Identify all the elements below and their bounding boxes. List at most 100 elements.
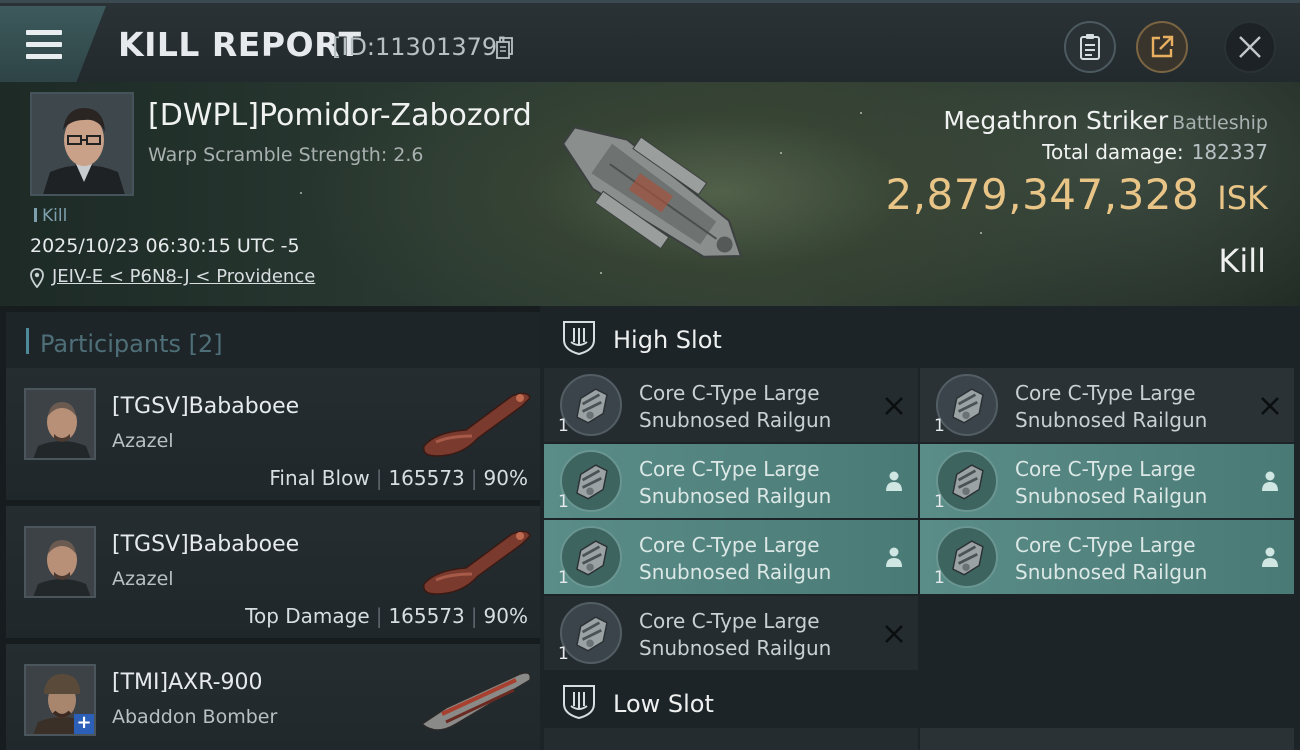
module-quantity: 1 bbox=[558, 492, 569, 512]
shield-slot-icon bbox=[563, 685, 595, 720]
victim-portrait[interactable] bbox=[30, 92, 134, 196]
high-slot-module[interactable]: 1 Core C-Type Large Snubnosed Railgun bbox=[920, 444, 1294, 518]
kill-datetime: 2025/10/23 06:30:15 UTC -5 bbox=[30, 235, 300, 257]
module-name: Core C-Type Large Snubnosed Railgun bbox=[639, 608, 831, 662]
low-slot-header: Low Slot bbox=[544, 670, 1300, 732]
participant-ship-image bbox=[420, 672, 532, 731]
header-accent-bar bbox=[26, 328, 29, 354]
divider: | bbox=[375, 466, 383, 490]
participants-title: Participants [2] bbox=[40, 330, 223, 358]
x-icon bbox=[885, 625, 903, 643]
copy-icon[interactable] bbox=[496, 37, 514, 59]
high-slot-module[interactable]: 1 Core C-Type Large Snubnosed Railgun bbox=[544, 596, 918, 670]
fitting-panel: High Slot 1 Core C-Type Large Snubnosed Ra… bbox=[540, 306, 1300, 750]
total-damage-label: Total damage: bbox=[1042, 140, 1184, 164]
participant-name[interactable]: [TGSV]Bababoee bbox=[112, 532, 299, 557]
avatar bbox=[32, 94, 132, 194]
total-damage-value: 182337 bbox=[1191, 140, 1268, 164]
railgun-icon bbox=[560, 602, 622, 664]
high-slot-module[interactable]: 1 Core C-Type Large Snubnosed Railgun bbox=[544, 444, 918, 518]
high-slot-header: High Slot bbox=[544, 306, 1300, 368]
share-button[interactable] bbox=[1136, 21, 1188, 73]
ship-name[interactable]: Megathron Striker bbox=[943, 106, 1168, 135]
participant-row[interactable]: + [TMI]AXR-900 Abaddon Bomber bbox=[6, 644, 540, 750]
high-slot-module[interactable]: 1 Core C-Type Large Snubnosed Railgun bbox=[544, 368, 918, 442]
avatar bbox=[26, 390, 94, 458]
module-name-line: Snubnosed Railgun bbox=[639, 560, 832, 584]
share-icon bbox=[1151, 35, 1174, 58]
location-pin-icon bbox=[30, 268, 44, 288]
person-icon bbox=[1262, 547, 1278, 567]
module-name: Core C-Type Large Snubnosed Railgun bbox=[1015, 456, 1207, 510]
shield-slot-icon bbox=[563, 321, 595, 356]
participant-percent: 90% bbox=[483, 466, 528, 490]
participant-percent: 90% bbox=[483, 604, 528, 628]
participant-portrait[interactable] bbox=[24, 388, 96, 460]
railgun-icon bbox=[936, 374, 998, 436]
clipboard-icon bbox=[1080, 34, 1100, 60]
participants-count: [2] bbox=[188, 330, 223, 358]
participant-ship: Abaddon Bomber bbox=[112, 706, 278, 728]
module-name-line: Core C-Type Large bbox=[1015, 381, 1196, 405]
module-name-line: Snubnosed Railgun bbox=[1015, 560, 1208, 584]
module-name: Core C-Type Large Snubnosed Railgun bbox=[639, 456, 831, 510]
avatar bbox=[26, 528, 94, 596]
participant-portrait[interactable]: + bbox=[24, 664, 96, 736]
victim-name[interactable]: [DWPL]Pomidor-Zabozord bbox=[148, 98, 532, 133]
participant-ship: Azazel bbox=[112, 430, 174, 452]
divider: | bbox=[470, 604, 478, 628]
menu-button[interactable] bbox=[0, 6, 106, 82]
warp-scramble-strength: Warp Scramble Strength: 2.6 bbox=[148, 144, 424, 166]
railgun-icon bbox=[560, 450, 622, 512]
clipboard-button[interactable] bbox=[1064, 21, 1116, 73]
hamburger-icon[interactable] bbox=[26, 30, 62, 60]
module-name: Core C-Type Large Snubnosed Railgun bbox=[1015, 380, 1207, 434]
module-name-line: Core C-Type Large bbox=[639, 457, 820, 481]
kill-id: [ID:11301379] bbox=[332, 33, 507, 61]
high-slot-module[interactable]: 1 Core C-Type Large Snubnosed Railgun bbox=[544, 520, 918, 594]
top-bar: KILL REPORT [ID:11301379] bbox=[0, 0, 1300, 82]
module-name-line: Core C-Type Large bbox=[639, 609, 820, 633]
module-name: Core C-Type Large Snubnosed Railgun bbox=[1015, 532, 1207, 586]
participant-name[interactable]: [TGSV]Bababoee bbox=[112, 394, 299, 419]
module-name-line: Core C-Type Large bbox=[639, 533, 820, 557]
isk-value: 2,879,347,328 ISK bbox=[885, 170, 1268, 219]
divider: | bbox=[375, 604, 383, 628]
module-quantity: 1 bbox=[558, 416, 569, 436]
victim-ship-image[interactable] bbox=[528, 92, 768, 302]
participant-name[interactable]: [TMI]AXR-900 bbox=[112, 670, 263, 695]
module-name-line: Snubnosed Railgun bbox=[639, 636, 832, 660]
low-slot-module[interactable] bbox=[920, 728, 1294, 750]
high-slot-module[interactable]: 1 Core C-Type Large Snubnosed Railgun bbox=[920, 368, 1294, 442]
railgun-icon bbox=[936, 450, 998, 512]
plus-badge-icon: + bbox=[74, 714, 94, 734]
participant-row[interactable]: [TGSV]Bababoee Azazel Top Damage | 165573 |… bbox=[6, 506, 540, 640]
high-slot-label: High Slot bbox=[613, 326, 722, 354]
close-button[interactable] bbox=[1224, 21, 1276, 73]
participant-row[interactable]: [TGSV]Bababoee Azazel Final Blow | 165573 |… bbox=[6, 368, 540, 502]
module-name: Core C-Type Large Snubnosed Railgun bbox=[639, 532, 831, 586]
module-quantity: 1 bbox=[558, 568, 569, 588]
low-slot-module[interactable] bbox=[544, 728, 918, 750]
participant-ship: Azazel bbox=[112, 568, 174, 590]
isk-amount: 2,879,347,328 bbox=[885, 170, 1200, 219]
participant-portrait[interactable] bbox=[24, 526, 96, 598]
participant-ship-image bbox=[423, 392, 531, 457]
victim-panel: [DWPL]Pomidor-Zabozord Warp Scramble Str… bbox=[0, 82, 1300, 306]
high-slot-module[interactable]: 1 Core C-Type Large Snubnosed Railgun bbox=[920, 520, 1294, 594]
participants-label: Participants bbox=[40, 330, 181, 358]
participant-stats: Top Damage | 165573 | 90% bbox=[245, 604, 528, 628]
participant-damage: 165573 bbox=[388, 466, 465, 490]
module-name-line: Core C-Type Large bbox=[639, 381, 820, 405]
module-name-line: Core C-Type Large bbox=[1015, 533, 1196, 557]
location-text[interactable]: JEIV-E < P6N8-J < Providence bbox=[52, 266, 315, 287]
module-name-line: Snubnosed Railgun bbox=[639, 484, 832, 508]
module-quantity: 1 bbox=[934, 492, 945, 512]
person-icon bbox=[886, 547, 902, 567]
module-name-line: Snubnosed Railgun bbox=[1015, 408, 1208, 432]
participant-damage: 165573 bbox=[388, 604, 465, 628]
kill-type-tag: Kill bbox=[34, 206, 67, 226]
x-icon bbox=[885, 397, 903, 415]
participant-role: Final Blow bbox=[269, 466, 370, 490]
ship-class: Battleship bbox=[1172, 112, 1268, 134]
